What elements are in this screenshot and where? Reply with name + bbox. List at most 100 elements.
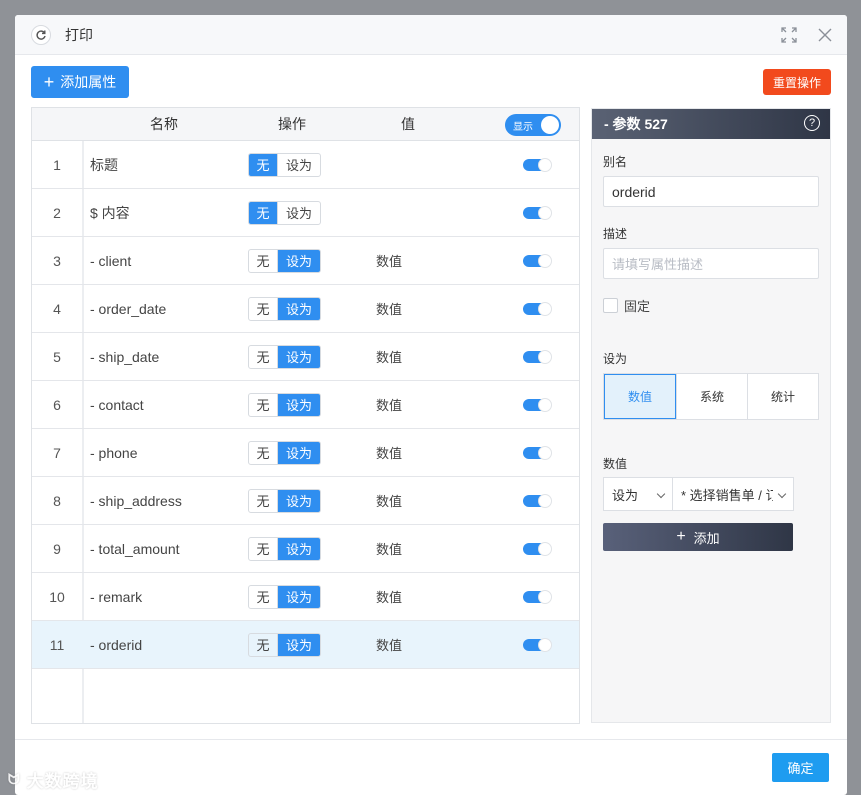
chevron-down-icon	[777, 489, 787, 499]
row-index: 4	[53, 300, 61, 317]
fullscreen-icon[interactable]	[779, 25, 799, 45]
row-visible-toggle[interactable]	[523, 494, 552, 508]
row-mode-segmented: 无设为	[246, 584, 338, 609]
row-visible-toggle[interactable]	[523, 542, 552, 556]
row-name: - client	[90, 252, 132, 269]
alias-label: 别名	[603, 155, 628, 169]
row-value: 数值	[376, 302, 403, 317]
row-visible-toggle[interactable]	[523, 350, 552, 364]
mode-none-button[interactable]: 无	[249, 298, 277, 320]
mode-set-button[interactable]: 设为	[277, 489, 320, 512]
mode-none-button[interactable]: 无	[249, 346, 277, 368]
table-row[interactable]: 8 - ship_address 无设为 数值	[32, 477, 579, 525]
mode-none-button[interactable]: 无	[249, 442, 277, 464]
mode-set-button[interactable]: 设为	[277, 153, 320, 176]
row-index: 8	[53, 492, 61, 509]
mode-none-button[interactable]: 无	[249, 250, 277, 272]
row-visible-toggle[interactable]	[523, 638, 552, 652]
refresh-icon[interactable]	[31, 24, 51, 45]
toggle-knob	[538, 350, 552, 364]
table-row[interactable]: 11 - orderid 无设为 数值	[32, 621, 579, 669]
mode-none-button[interactable]: 无	[249, 153, 277, 176]
show-all-toggle[interactable]: 显示	[505, 114, 561, 136]
mode-set-button[interactable]: 设为	[277, 633, 320, 656]
mode-set-button[interactable]: 设为	[277, 201, 320, 224]
row-index: 2	[53, 204, 61, 221]
mode-set-button[interactable]: 设为	[277, 249, 320, 272]
mode-set-button[interactable]: 设为	[277, 297, 320, 320]
add-button[interactable]: + 添加	[603, 523, 793, 551]
watermark-logo-icon: ᗢ	[8, 771, 21, 787]
row-visible-toggle[interactable]	[523, 158, 552, 172]
row-mode-segmented: 无设为	[246, 536, 338, 561]
description-input[interactable]: 请填写属性描述	[603, 248, 819, 279]
mode-none-button[interactable]: 无	[249, 201, 277, 224]
table-body: 1 标题无设为 2 $ 内容无设为 3- client 无设为 数值 4- order_dat…	[32, 141, 579, 669]
toggle-knob	[538, 158, 552, 172]
set-as-option-value[interactable]: 数值	[604, 374, 676, 419]
row-mode-segmented: 无设为	[246, 632, 338, 657]
table-row[interactable]: 9 - total_amount 无设为 数值	[32, 525, 579, 573]
mode-set-button[interactable]: 设为	[277, 585, 320, 608]
row-visible-toggle[interactable]	[523, 398, 552, 412]
mode-set-button[interactable]: 设为	[277, 441, 320, 464]
reset-button[interactable]: 重置操作	[763, 69, 831, 95]
value-mode-select[interactable]: 设为	[603, 477, 673, 511]
table-row[interactable]: 7 - phone 无设为 数值	[32, 429, 579, 477]
toggle-knob	[538, 398, 552, 412]
add-property-label: 添加属性	[60, 74, 117, 90]
confirm-button[interactable]: 确定	[772, 753, 829, 782]
row-name: $ 内容	[90, 204, 130, 221]
row-visible-toggle[interactable]	[523, 206, 552, 220]
table-row[interactable]: 3 - client 无设为 数值	[32, 237, 579, 285]
row-name: - contact	[90, 396, 144, 413]
mode-set-button[interactable]: 设为	[277, 393, 320, 416]
value-source-text: * 选择销售单 / 订单编号	[681, 487, 773, 503]
table-row[interactable]: 4 - order_date 无设为 数值	[32, 285, 579, 333]
print-dialog: 打印 + 添加属性 重置操作 名称 操作 值 显示 1 标题无设为 2 $ 内容无设为…	[15, 15, 847, 795]
mode-none-button[interactable]: 无	[249, 634, 277, 656]
alias-input[interactable]: orderid	[603, 176, 819, 207]
toggle-knob	[538, 542, 552, 556]
mode-set-button[interactable]: 设为	[277, 345, 320, 368]
show-toggle-label: 显示	[513, 121, 533, 133]
close-icon[interactable]	[815, 25, 835, 45]
row-visible-toggle[interactable]	[523, 590, 552, 604]
row-visible-toggle[interactable]	[523, 446, 552, 460]
watermark-text: 大数跨境	[26, 772, 99, 791]
row-index: 3	[53, 252, 61, 269]
row-visible-toggle[interactable]	[523, 302, 552, 316]
set-as-option-system[interactable]: 系统	[676, 374, 747, 419]
add-property-button[interactable]: + 添加属性	[31, 66, 129, 98]
row-name: - ship_address	[90, 492, 182, 509]
mode-none-button[interactable]: 无	[249, 490, 277, 512]
table-row[interactable]: 5 - ship_date 无设为 数值	[32, 333, 579, 381]
fixed-checkbox[interactable]: 固定	[603, 296, 650, 315]
header-operation: 操作	[278, 116, 306, 132]
header-value: 值	[401, 116, 415, 132]
checkbox-box[interactable]	[603, 298, 618, 313]
toggle-knob	[538, 590, 552, 604]
value-selects: 设为 * 选择销售单 / 订单编号	[603, 477, 794, 511]
panel-header: - 参数 527 ?	[592, 109, 830, 139]
row-visible-toggle[interactable]	[523, 254, 552, 268]
row-index: 1	[53, 156, 61, 173]
mode-none-button[interactable]: 无	[249, 394, 277, 416]
toggle-knob	[538, 494, 552, 508]
add-label: 添加	[693, 530, 720, 546]
mode-none-button[interactable]: 无	[249, 538, 277, 560]
table-row[interactable]: 6 - contact 无设为 数值	[32, 381, 579, 429]
set-as-option-statistic[interactable]: 统计	[747, 374, 818, 419]
table-row[interactable]: 1 标题 无设为	[32, 141, 579, 189]
row-mode-segmented: 无设为	[246, 152, 338, 177]
value-source-select[interactable]: * 选择销售单 / 订单编号	[673, 477, 794, 511]
table-row[interactable]: 10 - remark 无设为 数值	[32, 573, 579, 621]
header-name: 名称	[150, 116, 178, 132]
row-index: 11	[49, 636, 65, 653]
property-table: 名称 操作 值 显示 1 标题无设为 2 $ 内容无设为 3- client 无设为 数值 4…	[31, 107, 580, 724]
help-icon[interactable]: ?	[804, 115, 820, 131]
table-row[interactable]: 2 $ 内容 无设为	[32, 189, 579, 237]
row-index: 9	[53, 540, 61, 557]
mode-none-button[interactable]: 无	[249, 586, 277, 608]
mode-set-button[interactable]: 设为	[277, 537, 320, 560]
